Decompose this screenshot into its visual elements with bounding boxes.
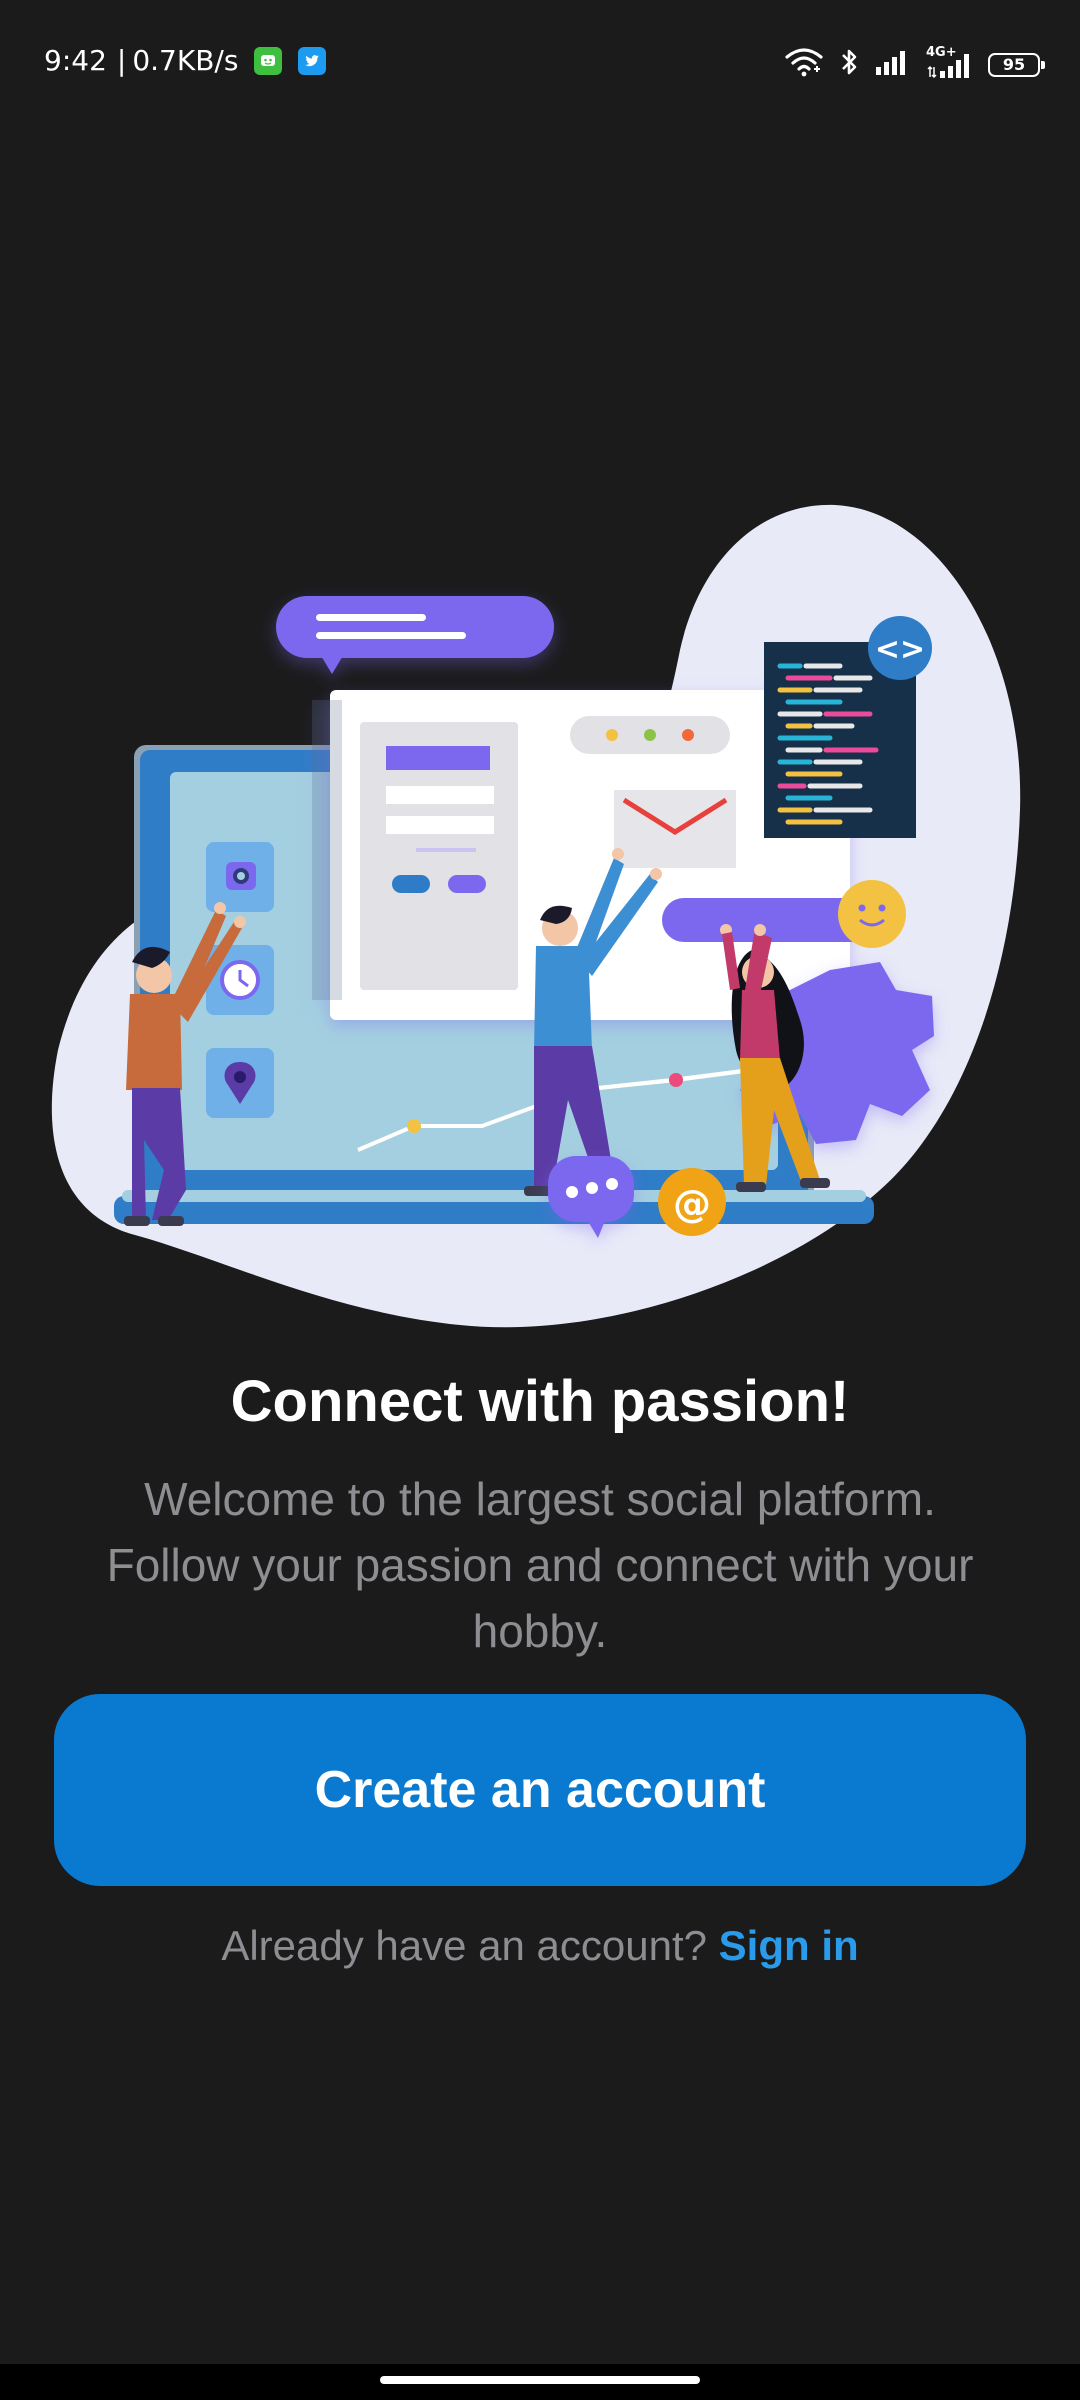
status-separator: | — [116, 44, 127, 77]
chat-bubble-top — [276, 596, 554, 674]
welcome-line-3: hobby. — [472, 1605, 608, 1657]
onboarding-illustration: <> @ — [40, 490, 1040, 1340]
app-icons — [206, 842, 274, 1118]
at-symbol: @ — [673, 1182, 711, 1226]
wechat-icon — [254, 46, 283, 75]
welcome-description: Welcome to the largest social platform. … — [50, 1466, 1030, 1664]
create-account-button[interactable]: Create an account — [54, 1694, 1026, 1886]
page-title: Connect with passion! — [230, 1369, 850, 1434]
twitter-icon — [298, 46, 327, 75]
wifi-icon — [784, 47, 824, 82]
battery-level: 95 — [1002, 54, 1026, 74]
bluetooth-icon — [838, 46, 860, 83]
home-indicator[interactable] — [380, 2376, 700, 2384]
at-badge: @ — [658, 1168, 726, 1236]
signal-4g-icon: 4G+ — [926, 45, 974, 81]
signin-prompt: Already have an account? — [221, 1922, 719, 1969]
status-time: 9:42 — [44, 44, 107, 77]
network-speed: 0.7KB/s — [132, 44, 239, 77]
sign-in-link[interactable]: Sign in — [719, 1922, 859, 1969]
onboarding-screen: 9:42 | 0.7KB/s 4G+ 95 <> @ Connect with … — [0, 0, 1080, 2400]
welcome-line-1: Welcome to the largest social platform. — [144, 1473, 936, 1525]
status-right: 4G+ 95 — [784, 45, 1045, 83]
signin-row: Already have an account? Sign in — [0, 1922, 1080, 1970]
welcome-line-2: Follow your passion and connect with you… — [106, 1539, 974, 1591]
status-bar: 9:42 | 0.7KB/s 4G+ 95 — [0, 0, 1080, 120]
battery-icon: 95 — [988, 52, 1045, 77]
status-left: 9:42 | 0.7KB/s — [44, 44, 327, 77]
code-badge-text: <> — [875, 632, 925, 667]
illustration-graphic: <> @ — [51, 504, 1021, 1328]
signal-icon — [874, 47, 912, 82]
code-panel: <> — [764, 616, 932, 838]
